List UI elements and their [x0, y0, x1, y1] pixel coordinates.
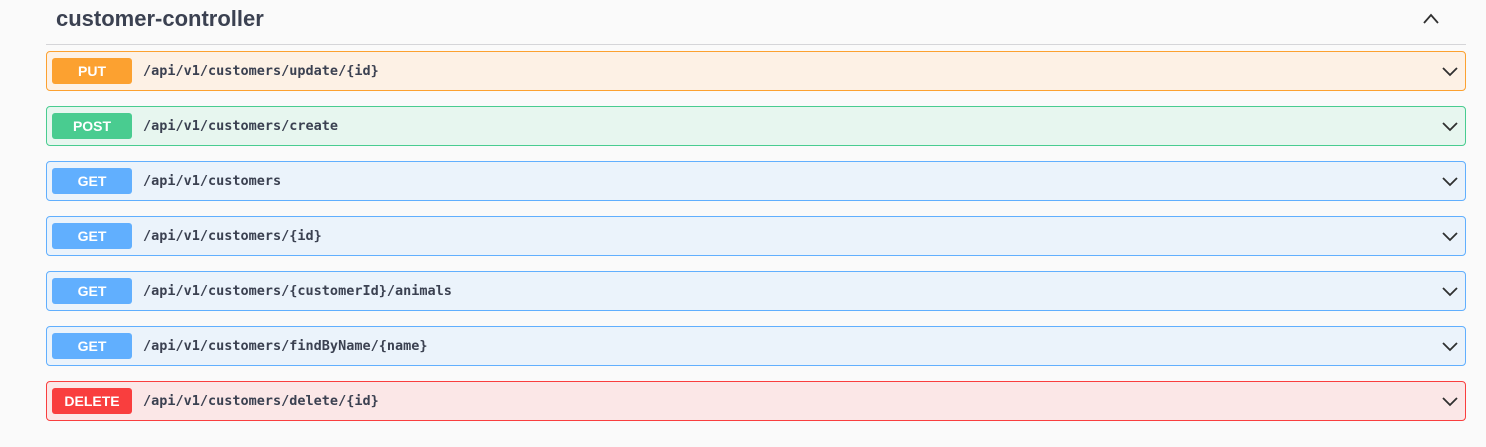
endpoint-path: /api/v1/customers/update/{id} — [143, 63, 379, 79]
chevron-down-icon[interactable] — [1441, 339, 1459, 353]
chevron-up-icon[interactable] — [1422, 10, 1440, 28]
endpoint-path: /api/v1/customers/delete/{id} — [143, 393, 379, 409]
chevron-down-icon[interactable] — [1441, 64, 1459, 78]
chevron-down-icon[interactable] — [1441, 229, 1459, 243]
section-header[interactable]: customer-controller — [46, 0, 1466, 45]
method-badge: GET — [52, 168, 132, 194]
endpoint-path: /api/v1/customers/{id} — [143, 228, 322, 244]
chevron-down-icon[interactable] — [1441, 284, 1459, 298]
endpoint-path: /api/v1/customers/findByName/{name} — [143, 338, 428, 354]
method-badge: POST — [52, 113, 132, 139]
endpoint-path: /api/v1/customers/{customerId}/animals — [143, 283, 452, 299]
customer-controller-section: customer-controller PUT /api/v1/customer… — [46, 0, 1466, 421]
operation-get-customer-by-id[interactable]: GET /api/v1/customers/{id} — [46, 216, 1466, 256]
method-badge: GET — [52, 223, 132, 249]
operation-get-customer-animals[interactable]: GET /api/v1/customers/{customerId}/anima… — [46, 271, 1466, 311]
chevron-down-icon[interactable] — [1441, 119, 1459, 133]
operation-put-update[interactable]: PUT /api/v1/customers/update/{id} — [46, 51, 1466, 91]
method-badge: DELETE — [52, 388, 132, 414]
operation-get-customers[interactable]: GET /api/v1/customers — [46, 161, 1466, 201]
section-title: customer-controller — [56, 6, 264, 31]
chevron-down-icon[interactable] — [1441, 174, 1459, 188]
method-badge: GET — [52, 278, 132, 304]
operation-get-find-by-name[interactable]: GET /api/v1/customers/findByName/{name} — [46, 326, 1466, 366]
endpoint-path: /api/v1/customers — [143, 173, 282, 189]
operation-delete-customer[interactable]: DELETE /api/v1/customers/delete/{id} — [46, 381, 1466, 421]
method-badge: PUT — [52, 58, 132, 84]
endpoint-path: /api/v1/customers/create — [143, 118, 339, 134]
method-badge: GET — [52, 333, 132, 359]
operation-post-create[interactable]: POST /api/v1/customers/create — [46, 106, 1466, 146]
chevron-down-icon[interactable] — [1441, 394, 1459, 408]
